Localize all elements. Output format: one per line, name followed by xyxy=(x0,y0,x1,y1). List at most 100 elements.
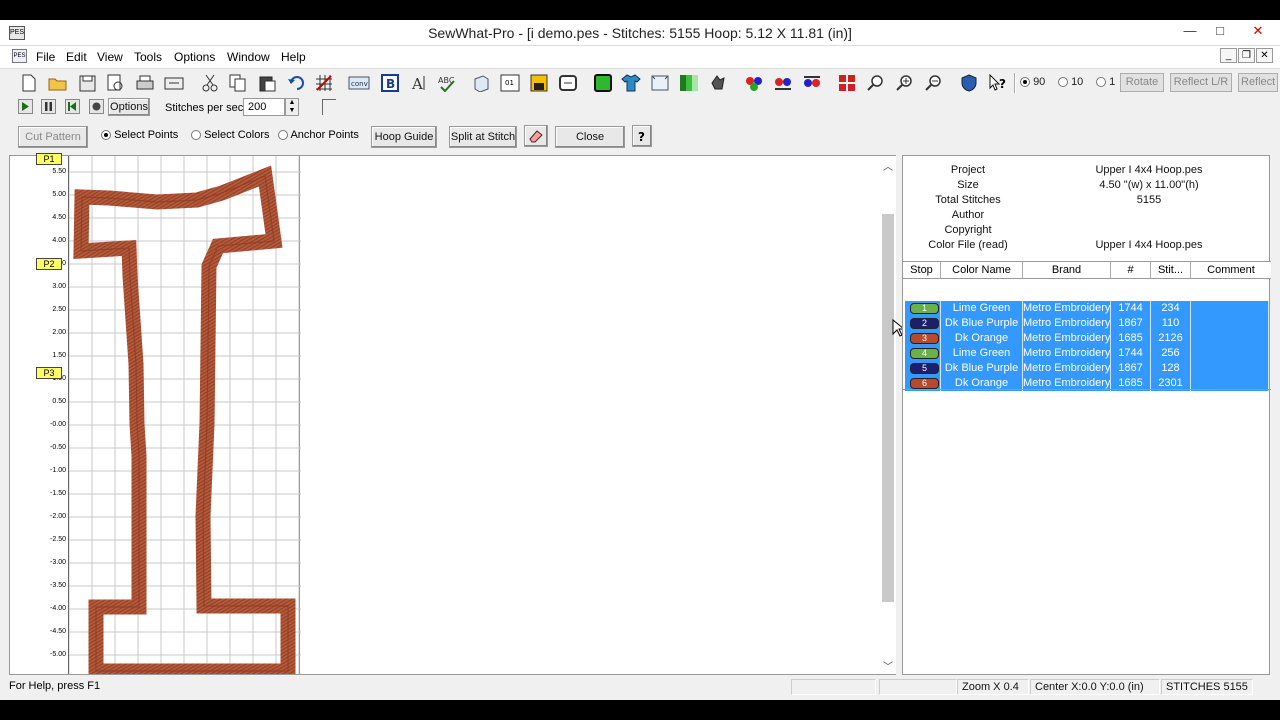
col-brand[interactable]: Brand xyxy=(1023,262,1111,279)
convert-icon[interactable]: conv xyxy=(348,72,370,94)
thread-colors-icon-2[interactable] xyxy=(772,72,794,94)
anchor-points-radio[interactable]: Anchor Points xyxy=(278,129,359,141)
open-folder-icon[interactable] xyxy=(47,72,69,94)
stitches-per-sec-spinner[interactable]: ▲ ▼ xyxy=(285,98,299,116)
table-row[interactable]: 5 Dk Blue Purple Metro Embroidery 1867 128 xyxy=(905,361,1269,376)
print-preview-icon[interactable] xyxy=(104,72,126,94)
spell-check-icon[interactable]: ABC xyxy=(436,72,458,94)
menu-file[interactable]: File xyxy=(36,50,55,64)
hoop-grid[interactable] xyxy=(68,156,301,674)
multi-view-icon[interactable] xyxy=(836,72,858,94)
menu-tools[interactable]: Tools xyxy=(134,50,162,64)
text-tool-icon[interactable]: A xyxy=(408,72,430,94)
pause-icon[interactable] xyxy=(41,99,56,114)
stitch-data-icon[interactable]: 01 xyxy=(499,72,521,94)
color-swatch[interactable]: 3 xyxy=(910,333,939,344)
col-comment[interactable]: Comment xyxy=(1191,262,1271,279)
mdi-minimize-button[interactable]: _ xyxy=(1220,48,1237,63)
document-icon[interactable]: PES xyxy=(12,49,27,63)
col-stitches[interactable]: Stit... xyxy=(1151,262,1191,279)
table-row[interactable]: 1 Lime Green Metro Embroidery 1744 234 xyxy=(905,301,1269,316)
grid-toggle-icon[interactable] xyxy=(313,72,335,94)
ruler-marker-p1[interactable]: P1 xyxy=(36,153,62,165)
color-swatch[interactable]: 1 xyxy=(910,303,939,314)
zoom-out-icon[interactable] xyxy=(923,72,945,94)
text-b-icon[interactable]: B xyxy=(379,72,401,94)
print-icon[interactable] xyxy=(134,72,156,94)
menu-view[interactable]: View xyxy=(97,50,123,64)
table-row[interactable]: 4 Lime Green Metro Embroidery 1744 256 xyxy=(905,346,1269,361)
eraser-icon[interactable] xyxy=(524,125,548,147)
col-number[interactable]: # xyxy=(1111,262,1151,279)
floppy-icon[interactable] xyxy=(528,72,550,94)
rotate-1-radio[interactable]: 1 xyxy=(1096,76,1115,88)
table-row[interactable]: 3 Dk Orange Metro Embroidery 1685 2126 xyxy=(905,331,1269,346)
color-gradient-icon[interactable] xyxy=(678,72,700,94)
split-at-stitch-button[interactable]: Split at Stitch xyxy=(449,126,517,148)
ruler-marker-p2[interactable]: P2 xyxy=(36,258,62,270)
close-button[interactable]: Close xyxy=(555,126,625,148)
save-icon[interactable] xyxy=(76,72,98,94)
anchor-points-label: Anchor Points xyxy=(290,129,359,141)
menu-options[interactable]: Options xyxy=(174,50,215,64)
zoom-in-icon[interactable] xyxy=(894,72,916,94)
ruler-marker-p3[interactable]: P3 xyxy=(36,367,62,379)
maximize-button[interactable]: □ xyxy=(1205,20,1235,42)
rotate-button[interactable]: Rotate xyxy=(1120,73,1164,92)
select-points-radio[interactable]: Select Points xyxy=(101,129,178,141)
info-value: 4.50 "(w) x 11.00"(h) xyxy=(1099,179,1199,191)
close-window-button[interactable]: ✕ xyxy=(1240,20,1276,42)
scroll-down-icon[interactable]: ﹀ xyxy=(880,658,896,673)
cut-icon[interactable] xyxy=(199,72,221,94)
reflect-tb-button[interactable]: Reflect xyxy=(1238,73,1278,92)
menu-help[interactable]: Help xyxy=(281,50,306,64)
design-canvas[interactable]: 5.505.004.504.003.503.002.502.001.501.00… xyxy=(9,153,904,675)
menu-window[interactable]: Window xyxy=(227,50,270,64)
mdi-restore-button[interactable]: ❐ xyxy=(1238,48,1255,63)
shirt-icon[interactable] xyxy=(620,72,642,94)
zoom-icon[interactable] xyxy=(865,72,887,94)
rotate-90-radio[interactable]: 90 xyxy=(1020,76,1045,88)
thread-colors-icon-3[interactable] xyxy=(801,72,823,94)
shield-icon[interactable] xyxy=(958,72,980,94)
col-color-name[interactable]: Color Name xyxy=(941,262,1023,279)
play-icon[interactable] xyxy=(18,99,33,114)
export-icon[interactable] xyxy=(163,72,185,94)
vertical-scrollbar[interactable]: ︿ ﹀ xyxy=(880,156,896,674)
color-block-icon[interactable] xyxy=(592,72,614,94)
hoop-guide-button[interactable]: Hoop Guide xyxy=(371,126,437,148)
help-icon[interactable]: ? xyxy=(632,125,652,147)
thread-colors-icon-1[interactable] xyxy=(743,72,765,94)
hoop-icon[interactable] xyxy=(557,72,579,94)
3d-view-icon[interactable] xyxy=(470,72,492,94)
pointer-hand-icon[interactable] xyxy=(707,72,729,94)
color-swatch[interactable]: 4 xyxy=(910,348,939,359)
minimize-button[interactable]: — xyxy=(1175,20,1205,42)
stop-icon[interactable] xyxy=(89,99,104,114)
cut-pattern-button[interactable]: Cut Pattern xyxy=(18,126,88,148)
reflect-lr-button[interactable]: Reflect L/R xyxy=(1170,73,1232,92)
radio-dot-icon xyxy=(1058,77,1068,88)
rotate-10-radio[interactable]: 10 xyxy=(1058,76,1083,88)
menu-edit[interactable]: Edit xyxy=(66,50,87,64)
scrollbar-thumb[interactable] xyxy=(882,214,894,602)
letter-i-design[interactable] xyxy=(69,156,301,674)
paste-icon[interactable] xyxy=(256,72,278,94)
stitches-per-sec-input[interactable]: 200 xyxy=(243,98,285,116)
fabric-icon[interactable] xyxy=(649,72,671,94)
help-cursor-icon[interactable]: ? xyxy=(987,72,1009,94)
color-swatch[interactable]: 2 xyxy=(910,318,939,329)
color-swatch[interactable]: 5 xyxy=(910,363,939,374)
col-stop[interactable]: Stop xyxy=(903,262,941,279)
table-row[interactable]: 2 Dk Blue Purple Metro Embroidery 1867 110 xyxy=(905,316,1269,331)
scroll-up-icon[interactable]: ︿ xyxy=(880,158,896,173)
copy-icon[interactable] xyxy=(227,72,249,94)
color-swatch[interactable]: 6 xyxy=(910,378,939,389)
new-file-icon[interactable] xyxy=(18,72,40,94)
options-button[interactable]: Options xyxy=(108,98,150,116)
undo-icon[interactable] xyxy=(285,72,307,94)
rewind-icon[interactable] xyxy=(65,99,80,114)
stitches-per-sec-label: Stitches per sec xyxy=(165,102,244,114)
mdi-close-button[interactable]: ✕ xyxy=(1256,48,1273,63)
select-colors-radio[interactable]: Select Colors xyxy=(191,129,269,141)
